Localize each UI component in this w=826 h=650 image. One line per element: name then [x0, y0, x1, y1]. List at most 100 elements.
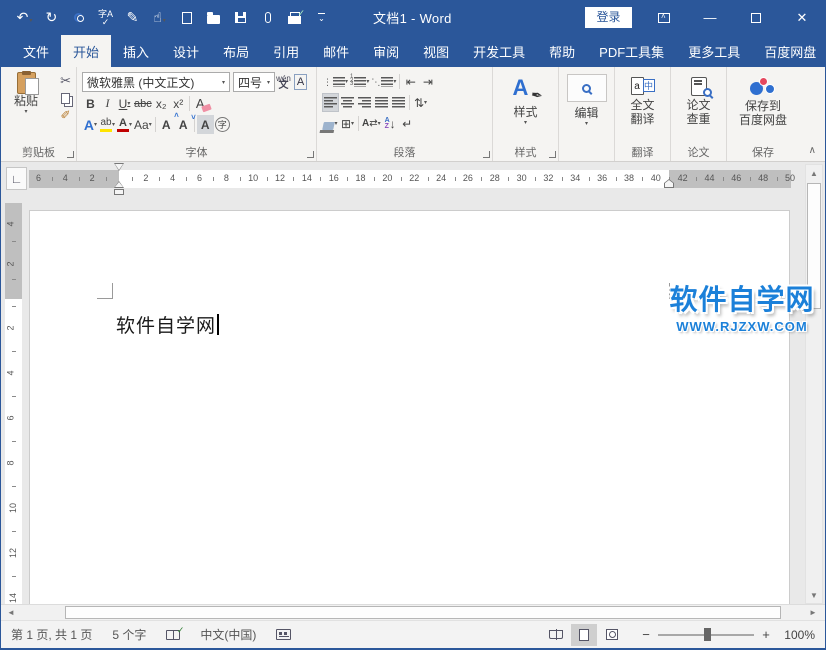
save-icon[interactable] [227, 5, 254, 31]
web-layout-button[interactable] [599, 624, 625, 646]
zoom-in-button[interactable]: + [759, 627, 773, 642]
paste-button[interactable]: 粘贴 ▾ [5, 72, 47, 115]
left-indent-marker[interactable] [114, 189, 124, 195]
horizontal-scroll-thumb[interactable] [65, 606, 781, 619]
font-color-button[interactable]: A▾ [116, 115, 133, 134]
align-center-button[interactable] [339, 93, 356, 112]
undo-icon[interactable]: ↶▾ [11, 5, 38, 31]
text-effects-button[interactable]: A▾ [82, 115, 99, 134]
ribbon-tab[interactable]: 开始 [61, 35, 111, 67]
clear-formatting-button[interactable]: A [192, 94, 209, 113]
ribbon-tab[interactable]: 更多工具 [676, 35, 752, 67]
change-case-button[interactable]: Aa▾ [133, 115, 153, 134]
underline-button[interactable]: U▾ [116, 94, 133, 113]
zoom-slider-thumb[interactable] [704, 628, 711, 641]
full-text-translate-button[interactable]: a中 全文翻译 [617, 70, 668, 126]
line-spacing-button[interactable]: ⇅▾ [412, 93, 429, 112]
vertical-ruler[interactable]: 422468101214 [5, 203, 22, 604]
vertical-scroll-thumb[interactable] [807, 183, 821, 309]
increase-indent-button[interactable]: ⇥ [419, 72, 436, 91]
sort-button[interactable]: AZ↓ [382, 114, 399, 133]
ribbon-tab[interactable]: 开发工具 [461, 35, 537, 67]
highlight-color-button[interactable]: ab▾ [99, 115, 116, 134]
align-left-button[interactable] [322, 93, 339, 112]
zoom-out-button[interactable]: − [639, 627, 653, 642]
ribbon-display-options-icon[interactable] [641, 0, 687, 35]
ribbon-tab[interactable]: 邮件 [311, 35, 361, 67]
align-right-button[interactable] [356, 93, 373, 112]
decrease-indent-button[interactable]: ⇤ [402, 72, 419, 91]
font-size-combo[interactable]: 四号▾ [233, 72, 275, 92]
styles-button[interactable]: A✒ 样式 ▾ [495, 70, 556, 126]
paragraph-dialog-launcher-icon[interactable] [483, 151, 490, 158]
body-text[interactable]: 软件自学网 [116, 311, 219, 338]
multilevel-list-button[interactable]: ⋱▾ [370, 72, 397, 91]
asian-layout-button[interactable]: A⇄▾ [361, 114, 382, 133]
zoom-level[interactable]: 100% [773, 628, 815, 642]
phonetic-guide-button[interactable]: wén文 [275, 73, 292, 92]
cut-icon[interactable]: ✂ [60, 73, 71, 89]
sign-in-button[interactable]: 登录 [585, 7, 632, 28]
new-document-icon[interactable] [173, 5, 200, 31]
font-name-combo[interactable]: 微软雅黑 (中文正文)▾ [82, 72, 230, 92]
scroll-right-icon[interactable]: ► [805, 605, 821, 620]
horizontal-ruler[interactable]: 6422468101214161820222426283032343638404… [29, 170, 791, 188]
ribbon-tab[interactable]: 设计 [161, 35, 211, 67]
horizontal-scrollbar[interactable]: ◄ ► [1, 604, 825, 620]
customize-toolbar-icon[interactable]: ⌄ [308, 5, 335, 31]
collapse-ribbon-icon[interactable]: ∧ [809, 145, 816, 156]
show-formatting-marks-button[interactable]: ↵ [399, 114, 416, 133]
font-dialog-launcher-icon[interactable] [307, 151, 314, 158]
borders-button[interactable]: ⊞▾ [339, 114, 356, 133]
enclose-characters-button[interactable]: 字 [214, 115, 231, 134]
edit-mode-icon[interactable]: ✎ [119, 5, 146, 31]
proofing-status-icon[interactable] [166, 630, 180, 640]
minimize-button[interactable]: — [687, 0, 733, 35]
shrink-font-button[interactable]: A [175, 115, 192, 134]
attachment-icon[interactable] [254, 5, 281, 31]
quick-print-icon[interactable] [281, 5, 308, 31]
page-count[interactable]: 第 1 页, 共 1 页 [11, 626, 92, 643]
print-preview-icon[interactable] [65, 5, 92, 31]
bullets-button[interactable]: ⋮▾ [322, 72, 349, 91]
justify-button[interactable] [373, 93, 390, 112]
distribute-button[interactable] [390, 93, 407, 112]
close-button[interactable]: ✕ [779, 0, 825, 35]
ribbon-tab[interactable]: 视图 [411, 35, 461, 67]
scroll-down-icon[interactable]: ▼ [806, 587, 822, 603]
clipboard-dialog-launcher-icon[interactable] [67, 151, 74, 158]
numbering-button[interactable]: 123▾ [349, 72, 370, 91]
touch-mode-icon[interactable]: ☝▾ [146, 5, 173, 31]
open-folder-icon[interactable] [200, 5, 227, 31]
repeat-icon[interactable]: ↻ [38, 5, 65, 31]
print-layout-button[interactable] [571, 624, 597, 646]
character-shading-button[interactable]: A [197, 115, 214, 134]
grow-font-button[interactable]: A [158, 115, 175, 134]
italic-button[interactable]: I [99, 94, 116, 113]
ribbon-tab[interactable]: 布局 [211, 35, 261, 67]
tab-file[interactable]: 文件 [11, 35, 61, 67]
input-mode-icon[interactable] [276, 629, 291, 640]
character-border-button[interactable]: A [292, 73, 309, 92]
vertical-scrollbar[interactable]: ▲ ▼ [805, 164, 823, 604]
ribbon-tab[interactable]: 帮助 [537, 35, 587, 67]
language-status[interactable]: 中文(中国) [200, 626, 256, 643]
read-mode-button[interactable] [543, 624, 569, 646]
shading-button[interactable]: ▾ [322, 114, 339, 133]
zoom-slider[interactable] [658, 634, 754, 636]
ribbon-tab[interactable]: 审阅 [361, 35, 411, 67]
document-page[interactable]: 软件自学网 [29, 210, 790, 604]
editing-button[interactable]: 编辑 ▾ [561, 70, 612, 127]
strikethrough-button[interactable]: abc [133, 94, 153, 113]
ribbon-tab[interactable]: PDF工具集 [587, 35, 676, 67]
spell-check-icon[interactable]: 字A✓ [92, 5, 119, 31]
copy-icon[interactable] [61, 93, 70, 104]
ribbon-tab[interactable]: 插入 [111, 35, 161, 67]
scroll-up-icon[interactable]: ▲ [806, 165, 822, 181]
maximize-button[interactable] [733, 0, 779, 35]
save-to-netdisk-button[interactable]: 保存到百度网盘 [729, 70, 797, 127]
subscript-button[interactable]: x₂ [153, 94, 170, 113]
bold-button[interactable]: B [82, 94, 99, 113]
scroll-left-icon[interactable]: ◄ [3, 605, 19, 620]
paper-check-button[interactable]: 论文查重 [673, 70, 724, 126]
